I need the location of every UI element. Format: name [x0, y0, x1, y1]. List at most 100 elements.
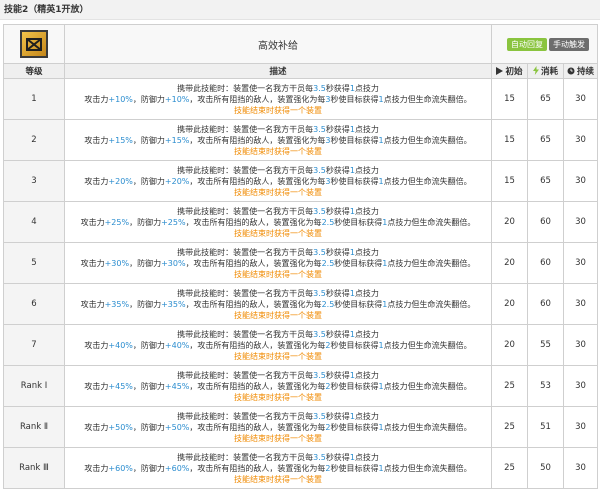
initial-cell: 15 — [491, 78, 528, 120]
description-cell: 携带此技能时：装置使一名我方干员每3.5秒获得1点技力 攻击力+60%，防御力+… — [64, 447, 492, 489]
level-cell: 1 — [3, 78, 65, 120]
duration-cell: 30 — [563, 406, 598, 448]
table-row: 3 携带此技能时：装置使一名我方干员每3.5秒获得1点技力 攻击力+20%，防御… — [3, 160, 598, 202]
header-cost: 消耗 — [527, 63, 564, 79]
desc-line-2: 攻击力+15%，防御力+15%，攻击所有阻挡的敌人，装置强化为每3秒使目标获得1… — [84, 135, 472, 145]
skill-icon — [20, 30, 48, 58]
cost-cell: 65 — [527, 78, 564, 120]
skill-tags: 自动回复 手动触发 — [491, 24, 598, 64]
table-row: 2 携带此技能时：装置使一名我方干员每3.5秒获得1点技力 攻击力+15%，防御… — [3, 119, 598, 161]
initial-cell: 20 — [491, 283, 528, 325]
level-cell: 7 — [3, 324, 65, 366]
description-cell: 携带此技能时：装置使一名我方干员每3.5秒获得1点技力 攻击力+50%，防御力+… — [64, 406, 492, 448]
duration-cell: 30 — [563, 365, 598, 407]
desc-line-2: 攻击力+60%，防御力+60%，攻击所有阻挡的敌人，装置强化为每2秒使目标获得1… — [84, 463, 472, 473]
duration-cell: 30 — [563, 160, 598, 202]
desc-line-2: 攻击力+35%，防御力+35%，攻击所有阻挡的敌人，装置强化为每2.5秒使目标获… — [80, 299, 476, 309]
duration-cell: 30 — [563, 324, 598, 366]
desc-line-1: 携带此技能时：装置使一名我方干员每3.5秒获得1点技力 — [177, 247, 379, 257]
level-label: 6 — [31, 299, 37, 309]
initial-cell: 25 — [491, 406, 528, 448]
level-label: 7 — [31, 340, 37, 350]
initial-cell: 20 — [491, 242, 528, 284]
table-row: Rank Ⅲ 携带此技能时：装置使一名我方干员每3.5秒获得1点技力 攻击力+6… — [3, 447, 598, 489]
skill-name: 高效补给 — [64, 24, 492, 64]
level-label: Rank Ⅰ — [20, 381, 48, 391]
level-cell: Rank Ⅱ — [3, 406, 65, 448]
tag-auto-recovery: 自动回复 — [507, 37, 547, 51]
desc-line-1: 携带此技能时：装置使一名我方干员每3.5秒获得1点技力 — [177, 124, 379, 134]
level-cell: 4 — [3, 201, 65, 243]
cost-cell: 53 — [527, 365, 564, 407]
clock-icon — [567, 67, 575, 78]
header-duration-label: 持续 — [576, 66, 594, 77]
description-cell: 携带此技能时：装置使一名我方干员每3.5秒获得1点技力 攻击力+10%，防御力+… — [64, 78, 492, 120]
initial-cell: 20 — [491, 201, 528, 243]
desc-line-3: 技能结束时获得一个装置 — [234, 187, 322, 197]
level-label: 2 — [31, 135, 37, 145]
desc-line-3: 技能结束时获得一个装置 — [234, 310, 322, 320]
cost-cell: 65 — [527, 119, 564, 161]
column-headers: 等级 描述 初始 消耗 持续 — [3, 63, 598, 79]
level-cell: Rank Ⅲ — [3, 447, 65, 489]
duration-cell: 30 — [563, 283, 598, 325]
header-cost-label: 消耗 — [540, 66, 558, 77]
table-row: 7 携带此技能时：装置使一名我方干员每3.5秒获得1点技力 攻击力+40%，防御… — [3, 324, 598, 366]
table-row: 4 携带此技能时：装置使一名我方干员每3.5秒获得1点技力 攻击力+25%，防御… — [3, 201, 598, 243]
desc-line-1: 携带此技能时：装置使一名我方干员每3.5秒获得1点技力 — [177, 370, 379, 380]
desc-line-3: 技能结束时获得一个装置 — [234, 105, 322, 115]
level-label: 5 — [31, 258, 37, 268]
level-cell: 3 — [3, 160, 65, 202]
duration-cell: 30 — [563, 119, 598, 161]
desc-line-3: 技能结束时获得一个装置 — [234, 474, 322, 484]
cost-cell: 60 — [527, 201, 564, 243]
lightning-icon — [532, 65, 539, 78]
description-cell: 携带此技能时：装置使一名我方干员每3.5秒获得1点技力 攻击力+15%，防御力+… — [64, 119, 492, 161]
initial-cell: 25 — [491, 365, 528, 407]
cost-cell: 50 — [527, 447, 564, 489]
desc-line-3: 技能结束时获得一个装置 — [234, 269, 322, 279]
level-label: Rank Ⅱ — [19, 422, 49, 432]
level-cell: 6 — [3, 283, 65, 325]
desc-line-1: 携带此技能时：装置使一名我方干员每3.5秒获得1点技力 — [177, 329, 379, 339]
cost-cell: 55 — [527, 324, 564, 366]
cost-cell: 65 — [527, 160, 564, 202]
level-label: Rank Ⅲ — [19, 463, 49, 473]
description-cell: 携带此技能时：装置使一名我方干员每3.5秒获得1点技力 攻击力+35%，防御力+… — [64, 283, 492, 325]
level-cell: 2 — [3, 119, 65, 161]
desc-line-3: 技能结束时获得一个装置 — [234, 228, 322, 238]
header-duration: 持续 — [563, 63, 598, 79]
tag-manual-trigger: 手动触发 — [549, 37, 589, 51]
desc-line-1: 携带此技能时：装置使一名我方干员每3.5秒获得1点技力 — [177, 165, 379, 175]
desc-line-2: 攻击力+10%，防御力+10%，攻击所有阻挡的敌人，装置强化为每3秒使目标获得1… — [84, 94, 472, 104]
description-cell: 携带此技能时：装置使一名我方干员每3.5秒获得1点技力 攻击力+40%，防御力+… — [64, 324, 492, 366]
section-title: 技能2（精英1开放） — [0, 0, 600, 20]
table-row: 5 携带此技能时：装置使一名我方干员每3.5秒获得1点技力 攻击力+30%，防御… — [3, 242, 598, 284]
header-initial-label: 初始 — [505, 66, 523, 77]
skill-table: 高效补给 自动回复 手动触发 等级 描述 初始 消耗 持续 1 携带此技能时：装置… — [3, 24, 598, 489]
table-row: 1 携带此技能时：装置使一名我方干员每3.5秒获得1点技力 攻击力+10%，防御… — [3, 78, 598, 120]
header-level: 等级 — [3, 63, 65, 79]
desc-line-2: 攻击力+40%，防御力+40%，攻击所有阻挡的敌人，装置强化为每2秒使目标获得1… — [84, 340, 472, 350]
duration-cell: 30 — [563, 201, 598, 243]
play-icon — [496, 66, 504, 78]
desc-line-3: 技能结束时获得一个装置 — [234, 351, 322, 361]
desc-line-2: 攻击力+25%，防御力+25%，攻击所有阻挡的敌人，装置强化为每2.5秒使目标获… — [80, 217, 476, 227]
desc-line-1: 携带此技能时：装置使一名我方干员每3.5秒获得1点技力 — [177, 452, 379, 462]
skill-icon-cell — [3, 24, 65, 64]
desc-line-1: 携带此技能时：装置使一名我方干员每3.5秒获得1点技力 — [177, 83, 379, 93]
desc-line-2: 攻击力+30%，防御力+30%，攻击所有阻挡的敌人，装置强化为每2.5秒使目标获… — [80, 258, 476, 268]
desc-line-1: 携带此技能时：装置使一名我方干员每3.5秒获得1点技力 — [177, 206, 379, 216]
desc-line-3: 技能结束时获得一个装置 — [234, 146, 322, 156]
description-cell: 携带此技能时：装置使一名我方干员每3.5秒获得1点技力 攻击力+45%，防御力+… — [64, 365, 492, 407]
desc-line-2: 攻击力+45%，防御力+45%，攻击所有阻挡的敌人，装置强化为每2秒使目标获得1… — [84, 381, 472, 391]
description-cell: 携带此技能时：装置使一名我方干员每3.5秒获得1点技力 攻击力+30%，防御力+… — [64, 242, 492, 284]
table-row: Rank Ⅰ 携带此技能时：装置使一名我方干员每3.5秒获得1点技力 攻击力+4… — [3, 365, 598, 407]
description-cell: 携带此技能时：装置使一名我方干员每3.5秒获得1点技力 攻击力+20%，防御力+… — [64, 160, 492, 202]
level-label: 1 — [31, 94, 37, 104]
duration-cell: 30 — [563, 242, 598, 284]
cost-cell: 51 — [527, 406, 564, 448]
level-cell: Rank Ⅰ — [3, 365, 65, 407]
level-label: 3 — [31, 176, 37, 186]
initial-cell: 15 — [491, 119, 528, 161]
